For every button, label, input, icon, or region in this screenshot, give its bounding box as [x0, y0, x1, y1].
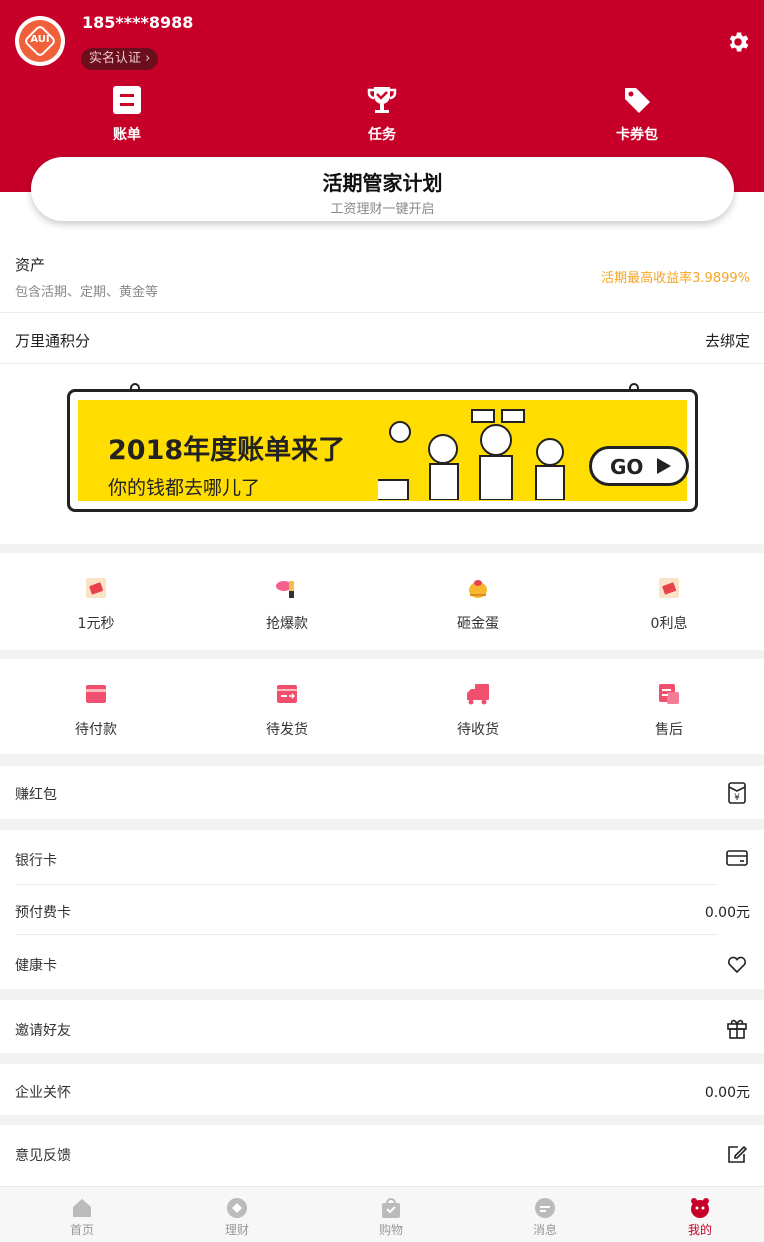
- points-row[interactable]: [0, 313, 764, 363]
- verify-button[interactable]: 实名认证 ›: [81, 48, 159, 70]
- coupon-icon: [659, 578, 679, 598]
- enterprise-care-row[interactable]: [0, 1064, 764, 1115]
- enterprise-care-value: 0.00元: [704, 1085, 750, 1101]
- home-icon: [73, 1199, 91, 1217]
- cards-group: [0, 830, 764, 989]
- bottom-tab-bar: 首页 理财 购物 消息 我的: [0, 1186, 764, 1242]
- tab-label: 理财: [224, 1223, 249, 1237]
- order-after-sales[interactable]: 售后: [609, 681, 729, 739]
- svg-text:¥: ¥: [734, 793, 740, 803]
- points-label: 万里通积分: [15, 332, 91, 350]
- banner-go-button[interactable]: GO: [589, 446, 689, 486]
- feedback-label: 意见反馈: [15, 1148, 71, 1164]
- yuan-envelope-icon: ¥: [728, 782, 746, 804]
- banner-illustration: [378, 409, 565, 500]
- message-icon: [535, 1198, 555, 1218]
- golden-egg-icon: [469, 580, 487, 598]
- bank-card-label[interactable]: 银行卡: [15, 850, 57, 870]
- gift-icon: [727, 1019, 747, 1039]
- tab-profile[interactable]: 我的: [660, 1197, 740, 1238]
- promo-item-zero-interest[interactable]: 0利息: [609, 575, 729, 633]
- quick-task-label: 任务: [368, 127, 396, 143]
- phone-number: 185****8988: [82, 13, 194, 32]
- edit-icon: [728, 1145, 748, 1163]
- health-card-label[interactable]: 健康卡: [15, 955, 57, 975]
- tab-shopping[interactable]: 购物: [351, 1197, 431, 1238]
- wallet-icon: [86, 685, 106, 703]
- bill-icon: [113, 86, 141, 114]
- promo-label: 抢爆款: [266, 616, 308, 632]
- tab-label: 购物: [378, 1223, 403, 1237]
- order-label: 售后: [655, 722, 683, 738]
- promo-item-miaosha[interactable]: 1元秒: [36, 575, 156, 633]
- promo-item-hot[interactable]: 抢爆款: [227, 575, 347, 633]
- quick-coupon[interactable]: 卡券包: [577, 84, 697, 144]
- play-icon: [657, 458, 671, 474]
- bind-button[interactable]: 去绑定: [705, 330, 750, 351]
- annual-bill-banner[interactable]: 2018年度账单来了 你的钱都去哪儿了 GO: [67, 389, 698, 512]
- order-pending-shipment[interactable]: 待发货: [227, 681, 347, 739]
- promo-label: 1元秒: [77, 616, 115, 632]
- assets-desc: 包含活期、定期、黄金等: [15, 285, 159, 300]
- banner-subtitle: 你的钱都去哪儿了: [108, 477, 261, 499]
- invite-row[interactable]: [0, 1000, 764, 1053]
- order-label: 待收货: [457, 722, 499, 738]
- card-icon: [726, 850, 748, 866]
- feedback-row[interactable]: [0, 1125, 764, 1186]
- order-pending-payment[interactable]: 待付款: [36, 681, 156, 739]
- lipstick-icon: [276, 581, 294, 598]
- shopping-icon: [382, 1198, 400, 1218]
- quick-task[interactable]: 任务: [322, 84, 442, 144]
- avatar[interactable]: AUI: [15, 16, 65, 66]
- divider: [15, 884, 718, 885]
- red-packet-label: 赚红包: [15, 787, 57, 803]
- tab-label: 首页: [69, 1223, 94, 1237]
- invite-label: 邀请好友: [15, 1023, 71, 1039]
- prepaid-card-label[interactable]: 预付费卡: [15, 902, 71, 922]
- promo-label: 0利息: [650, 616, 688, 632]
- promo-item-egg[interactable]: 砸金蛋: [418, 575, 538, 633]
- order-pending-receipt[interactable]: 待收货: [418, 681, 538, 739]
- truck-icon: [467, 684, 489, 705]
- trophy-icon: [367, 87, 397, 113]
- heart-icon: [727, 956, 747, 974]
- divider: [15, 934, 718, 935]
- order-label: 待付款: [75, 722, 117, 738]
- prepaid-card-value: 0.00元: [704, 905, 750, 921]
- verify-label: 实名认证: [89, 51, 142, 66]
- tab-messages[interactable]: 消息: [505, 1197, 585, 1238]
- banner-go-label: GO: [610, 455, 644, 479]
- finance-icon: [227, 1198, 247, 1218]
- quick-bill-label: 账单: [113, 127, 141, 143]
- order-label: 待发货: [266, 722, 308, 738]
- coupon-icon: [86, 578, 106, 598]
- plan-card[interactable]: 活期管家计划 工资理财一键开启: [31, 157, 734, 221]
- tab-label: 我的: [687, 1223, 712, 1237]
- tab-label: 消息: [532, 1223, 557, 1237]
- promo-label: 砸金蛋: [457, 616, 499, 632]
- tab-finance[interactable]: 理财: [197, 1197, 277, 1238]
- tab-home[interactable]: 首页: [42, 1197, 122, 1238]
- assets-label: 资产: [15, 256, 46, 274]
- banner-title: 2018年度账单来了: [108, 435, 346, 466]
- enterprise-care-label: 企业关怀: [15, 1085, 71, 1101]
- tag-icon: [625, 88, 650, 113]
- plan-title: 活期管家计划: [322, 171, 443, 195]
- service-icon: [659, 684, 679, 704]
- package-icon: [277, 685, 297, 703]
- red-packet-row[interactable]: [0, 766, 764, 819]
- gear-icon[interactable]: [725, 29, 751, 55]
- avatar-logo: AUI: [19, 20, 61, 62]
- quick-coupon-label: 卡券包: [616, 127, 658, 143]
- banner-background: 2018年度账单来了 你的钱都去哪儿了 GO: [78, 400, 689, 501]
- quick-bill[interactable]: 账单: [67, 84, 187, 144]
- yield-text[interactable]: 活期最高收益率3.9899%: [601, 267, 750, 286]
- plan-subtitle: 工资理财一键开启: [330, 202, 435, 217]
- profile-icon: [691, 1198, 709, 1218]
